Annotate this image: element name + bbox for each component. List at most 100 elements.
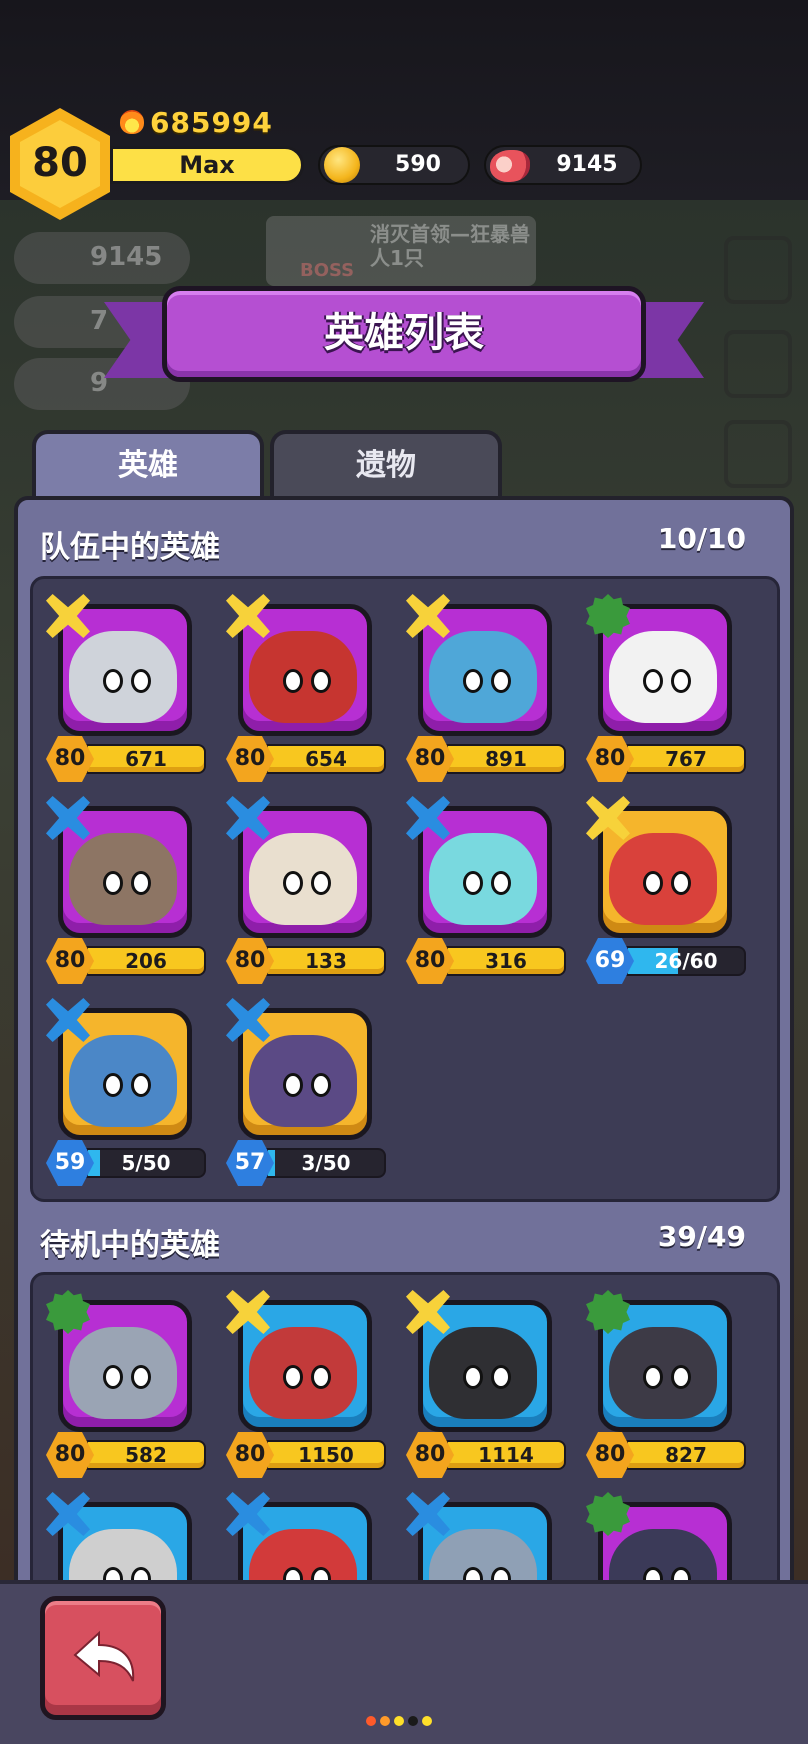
hero-card-bunny[interactable]: 316 80	[406, 796, 566, 996]
meat-counter[interactable]: 9145	[484, 145, 642, 185]
hero-level-hex: 80	[46, 938, 94, 984]
hero-eye	[283, 1567, 303, 1580]
bg-quest-text: 消灭首领—狂暴兽人1只	[370, 222, 530, 270]
bg-meat-value: 9145	[90, 242, 163, 272]
hero-level-hex: 69	[586, 938, 634, 984]
hero-card-block-robot[interactable]: 827 80	[586, 1290, 746, 1490]
hero-eye	[311, 1567, 331, 1580]
hero-value: 3/50	[301, 1151, 351, 1175]
hero-power-bar: 671	[86, 744, 206, 774]
tab-heroes[interactable]: 英雄	[32, 430, 264, 496]
hero-card-hooded-bat[interactable]: 3/50 57	[226, 998, 386, 1198]
tab-relics[interactable]: 遗物	[270, 430, 502, 496]
hero-card-octo-diver[interactable]: 5/50 59	[46, 998, 206, 1198]
hero-eye	[283, 1073, 303, 1097]
hero-card-flame-warrior[interactable]: 26/60 69	[586, 796, 746, 996]
hero-figure	[609, 1529, 717, 1580]
hero-card-ninja-frog[interactable]: 1114 80	[406, 1290, 566, 1490]
hero-card-valkyrie[interactable]: 1150 80	[226, 1290, 386, 1490]
hero-card-witch[interactable]: 891 80	[406, 594, 566, 794]
hero-level-hex: 80	[406, 1432, 454, 1478]
standby-count: 39/49	[657, 1220, 746, 1253]
hero-eye	[491, 1365, 511, 1389]
hero-eye	[463, 871, 483, 895]
hero-card-mech-drone[interactable]: 582 80	[46, 1290, 206, 1490]
hero-eye	[463, 669, 483, 693]
hero-eye	[311, 1365, 331, 1389]
hero-figure	[609, 631, 717, 723]
gold-value: 590	[395, 152, 441, 177]
hero-card-treant[interactable]: 206 80	[46, 796, 206, 996]
hero-figure	[429, 833, 537, 925]
page-title: 英雄列表	[324, 310, 484, 356]
hero-level: 80	[234, 1442, 266, 1467]
hero-card-mummy[interactable]: 133 80	[226, 796, 386, 996]
hero-figure	[609, 833, 717, 925]
hero-level-hex: 80	[226, 736, 274, 782]
hero-eye	[671, 1365, 691, 1389]
hero-eye	[491, 871, 511, 895]
hero-figure	[249, 1035, 357, 1127]
hero-level: 80	[54, 1442, 86, 1467]
hero-figure	[69, 631, 177, 723]
hero-eye	[311, 871, 331, 895]
gold-counter[interactable]: 590	[318, 145, 470, 185]
hero-eye	[671, 669, 691, 693]
hero-power-bar: 582	[86, 1440, 206, 1470]
hero-figure	[429, 1529, 537, 1580]
hero-figure	[69, 833, 177, 925]
hero-level-hex: 57	[226, 1140, 274, 1186]
hero-eye	[671, 871, 691, 895]
hero-level-hex: 80	[406, 736, 454, 782]
exp-bar-label: Max	[179, 151, 235, 179]
hero-eye	[643, 1365, 663, 1389]
bg-meat-pill: 9145	[14, 232, 190, 284]
hero-eye	[103, 669, 123, 693]
hero-eye	[103, 1567, 123, 1580]
hero-level-hex: 80	[46, 736, 94, 782]
hero-figure	[429, 631, 537, 723]
bg-boss-label: BOSS	[300, 260, 355, 281]
hero-eye	[643, 871, 663, 895]
hero-figure	[249, 1327, 357, 1419]
hero-card-spike-shell[interactable]	[46, 1492, 206, 1580]
hero-eye	[283, 669, 303, 693]
gold-coin-icon	[324, 147, 360, 183]
hero-card-red-helmet[interactable]	[226, 1492, 386, 1580]
hero-level: 80	[414, 948, 446, 973]
hero-level-hex: 80	[226, 938, 274, 984]
hero-card-archer[interactable]: 654 80	[226, 594, 386, 794]
hero-figure	[69, 1035, 177, 1127]
hero-eye	[103, 1073, 123, 1097]
standby-section-title: 待机中的英雄	[40, 1228, 220, 1263]
hero-level-hex: 80	[46, 1432, 94, 1478]
hero-eye	[311, 669, 331, 693]
hero-eye	[283, 1365, 303, 1389]
hero-card-knight[interactable]: 671 80	[46, 594, 206, 794]
hero-eye	[491, 1567, 511, 1580]
hero-eye	[103, 1365, 123, 1389]
hero-power-bar: 827	[626, 1440, 746, 1470]
fire-icon	[120, 110, 144, 134]
back-button[interactable]	[40, 1596, 166, 1720]
hero-figure	[249, 631, 357, 723]
hero-value: 767	[665, 747, 707, 771]
hero-card-dark-cat[interactable]	[586, 1492, 746, 1580]
hero-value: 206	[125, 949, 167, 973]
hero-power-bar: 133	[266, 946, 386, 976]
title-banner: 英雄列表	[162, 286, 646, 382]
hero-figure	[69, 1327, 177, 1419]
hero-value: 316	[485, 949, 527, 973]
hero-level: 80	[54, 746, 86, 771]
hero-level: 80	[234, 948, 266, 973]
hero-level: 80	[594, 746, 626, 771]
hero-value: 1114	[478, 1443, 534, 1467]
hero-eye	[643, 669, 663, 693]
hero-power-bar: 654	[266, 744, 386, 774]
hero-card-sprout-bot[interactable]: 767 80	[586, 594, 746, 794]
hero-level: 80	[234, 746, 266, 771]
hero-value: 133	[305, 949, 347, 973]
hero-card-rock-bird[interactable]	[406, 1492, 566, 1580]
hero-figure	[69, 1529, 177, 1580]
hero-value: 1150	[298, 1443, 354, 1467]
